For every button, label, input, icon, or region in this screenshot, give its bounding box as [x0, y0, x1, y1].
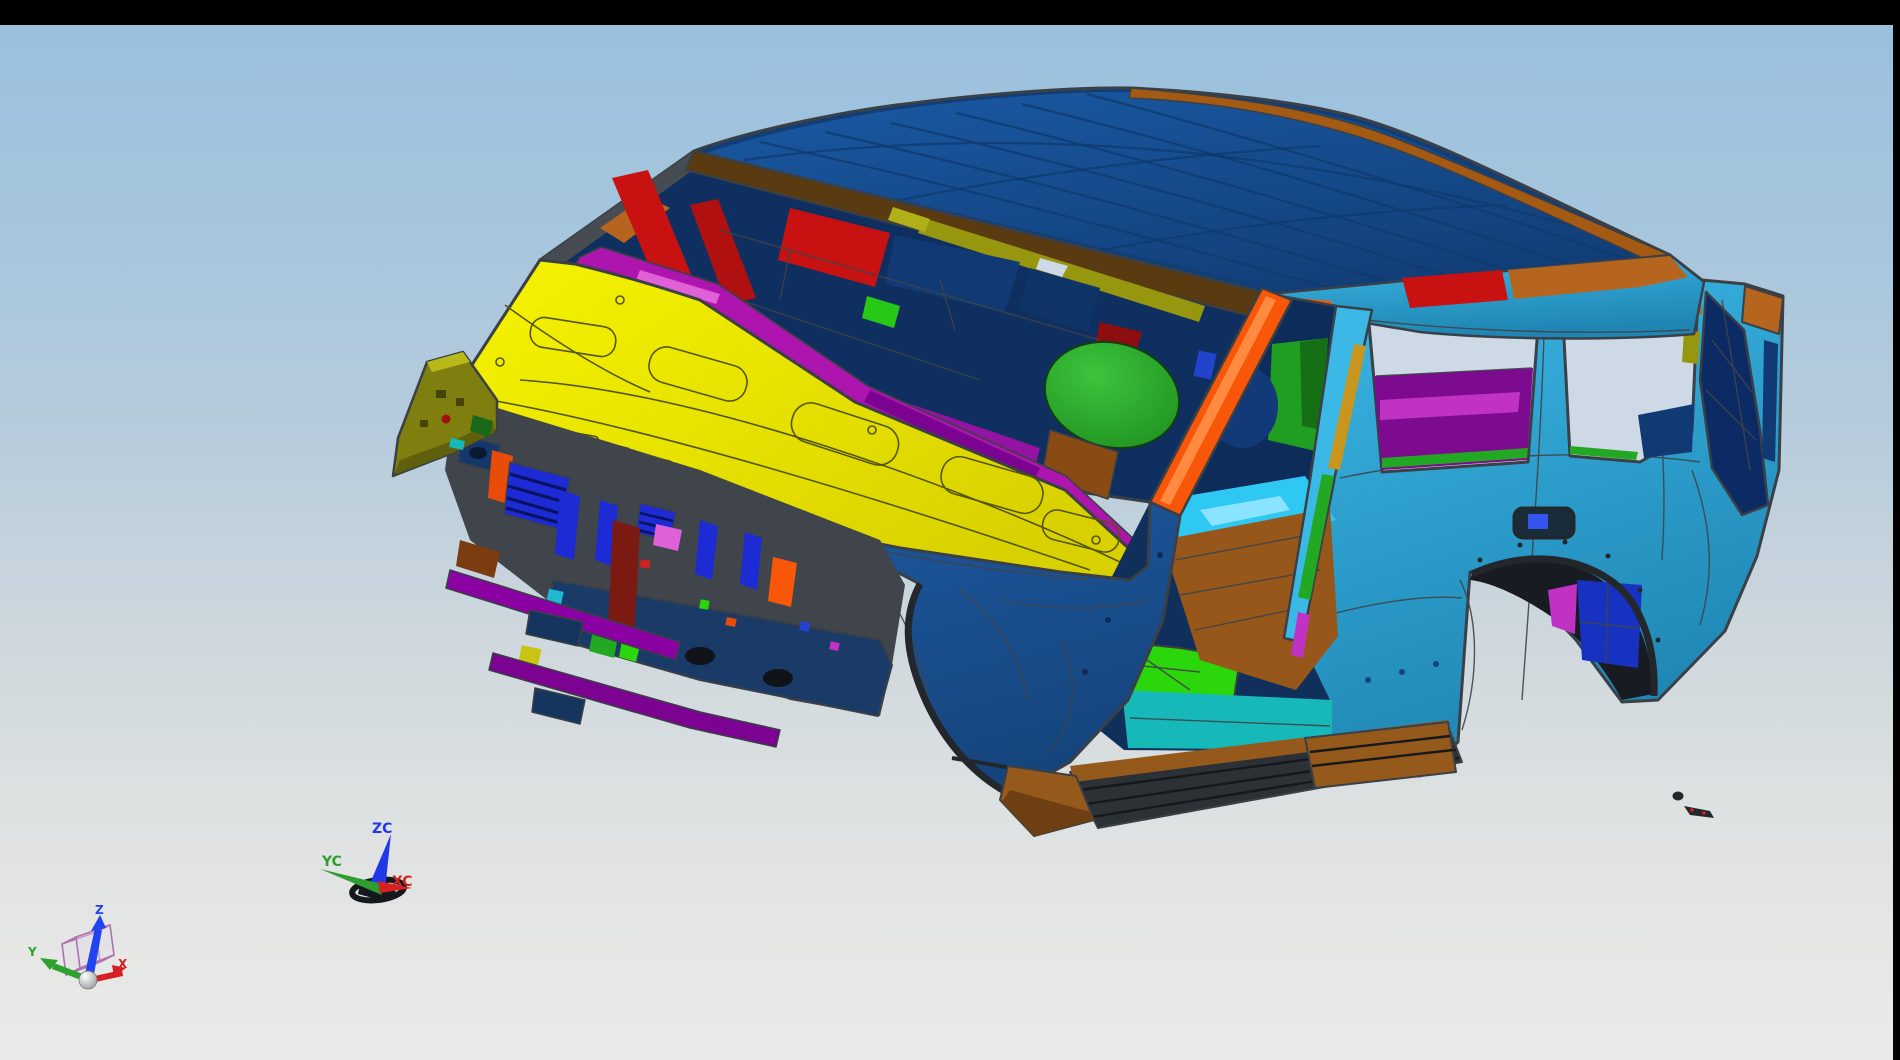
car-body-model[interactable] — [393, 88, 1783, 836]
loose-fastener-debris[interactable] — [1673, 792, 1715, 819]
wcs-z-label: ZC — [372, 821, 392, 837]
beam-hole-2 — [685, 647, 715, 665]
blade-red-dot — [442, 415, 451, 424]
abs-z-label: Z — [95, 903, 104, 917]
absolute-csys-triad[interactable]: Z Y X — [27, 903, 128, 989]
csys-origin-sphere[interactable] — [79, 971, 97, 989]
arch-magenta-sliver — [1548, 584, 1577, 634]
wcs-x-label: XC — [392, 874, 413, 890]
graphics-viewport[interactable]: ZC YC XC Z Y X — [0, 25, 1893, 1060]
window-top-bar — [0, 0, 1900, 25]
beam-hole-3 — [763, 669, 793, 687]
rear-door-handle[interactable] — [1514, 508, 1574, 538]
model-canvas[interactable]: ZC YC XC Z Y X — [0, 25, 1900, 1060]
wcs-y-label: YC — [321, 854, 342, 870]
abs-x-label: X — [118, 957, 128, 971]
wcs-triad[interactable]: ZC YC XC — [320, 821, 413, 903]
cad-application-window: ZC YC XC Z Y X — [0, 0, 1900, 1060]
headlamp-hole — [469, 447, 487, 459]
abs-y-label: Y — [27, 945, 37, 959]
fuel-tank-blue-box[interactable] — [1577, 580, 1642, 668]
window-right-edge-bar — [1893, 0, 1900, 1060]
door-handle-blue-glint — [1528, 514, 1548, 529]
